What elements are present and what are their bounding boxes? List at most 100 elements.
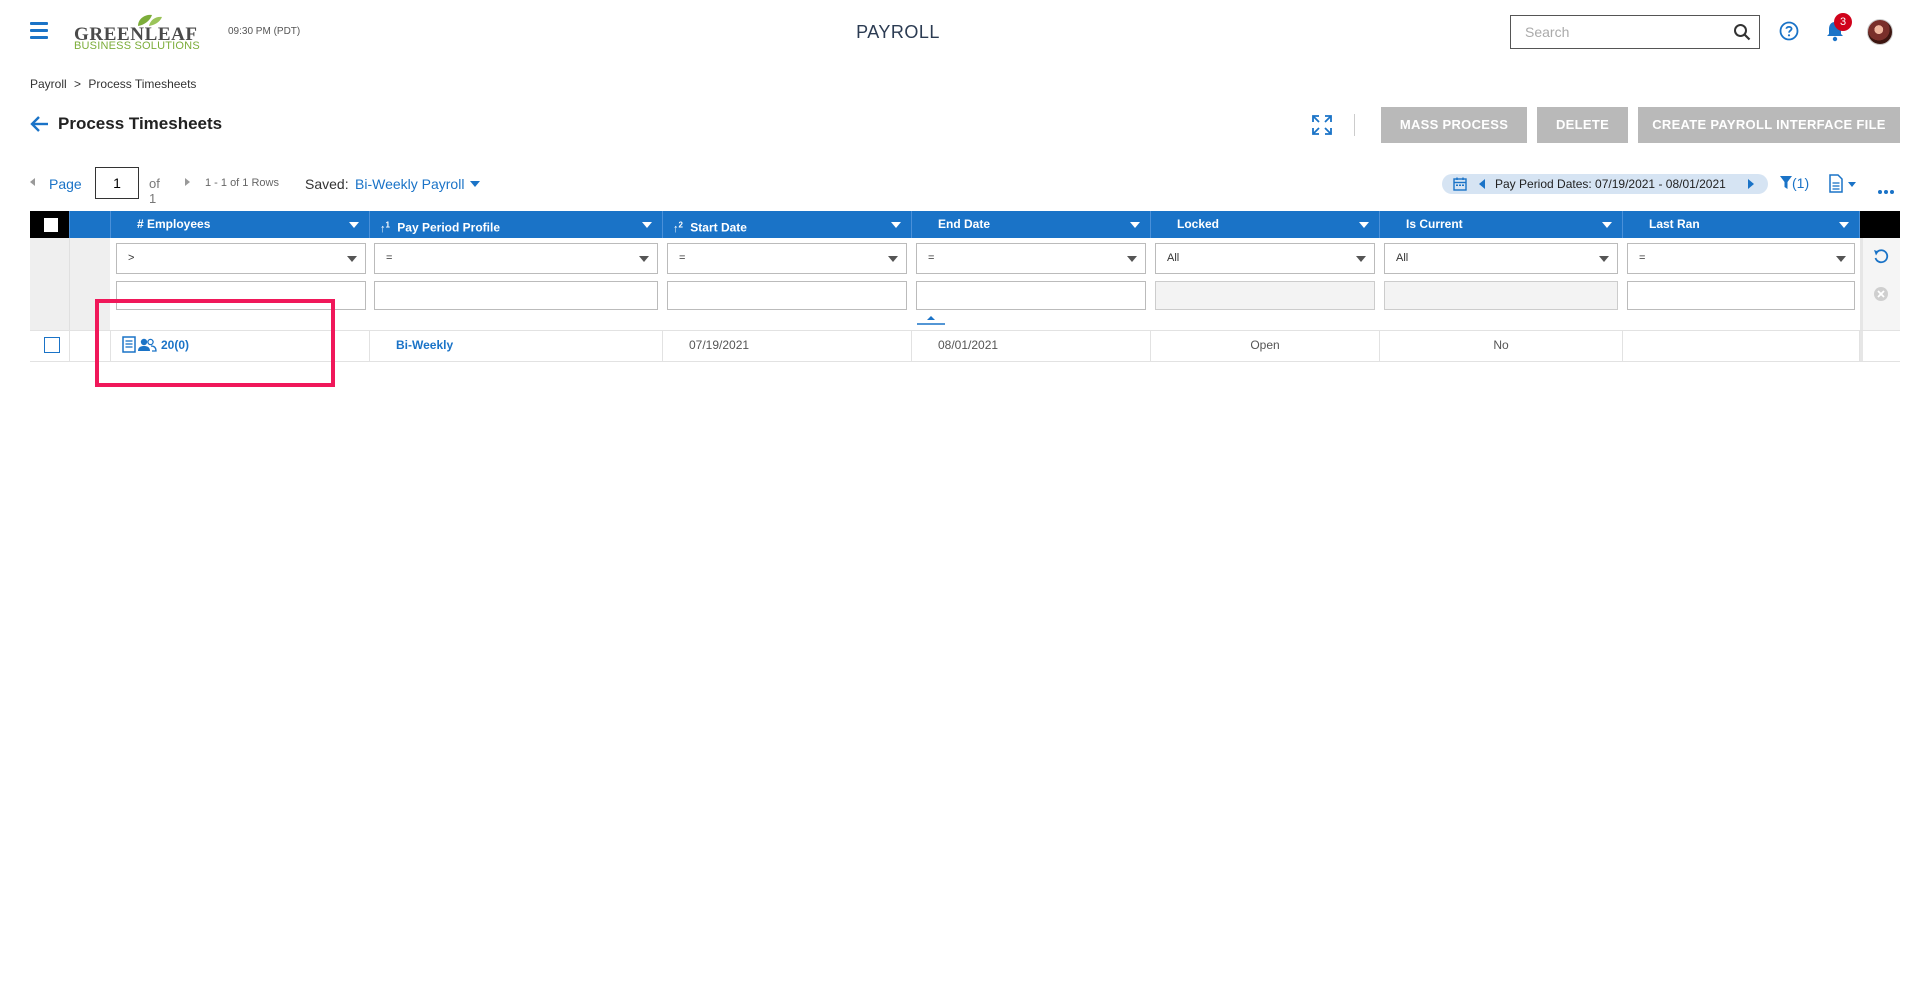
page-total-label: of 1	[149, 176, 160, 206]
column-label: Locked	[1177, 217, 1220, 231]
saved-view-dropdown[interactable]: Bi-Weekly Payroll	[355, 176, 464, 192]
create-payroll-interface-file-button[interactable]: CREATE PAYROLL INTERFACE FILE	[1638, 107, 1900, 143]
rows-count-label: 1 - 1 of 1 Rows	[205, 177, 279, 189]
app-header: GREENLEAF BUSINESS SOLUTIONS 09:30 PM (P…	[0, 0, 1920, 64]
column-label: End Date	[938, 217, 991, 231]
filter-operator-pay-period-profile[interactable]: =	[374, 243, 658, 274]
column-menu-caret-icon[interactable]	[1359, 222, 1369, 228]
delete-button[interactable]: DELETE	[1537, 107, 1628, 143]
chevron-down-icon	[1599, 256, 1609, 262]
more-options-icon[interactable]	[1878, 181, 1896, 199]
chevron-down-icon	[347, 256, 357, 262]
mass-process-button[interactable]: MASS PROCESS	[1381, 107, 1527, 143]
column-header-end-date[interactable]: End Date	[912, 211, 1151, 238]
filter-value-last-ran[interactable]	[1627, 281, 1855, 310]
employees-count-link[interactable]: 20(0)	[161, 338, 189, 352]
back-arrow-icon[interactable]	[30, 115, 50, 133]
table-row[interactable]: 20(0) Bi-Weekly 07/19/2021 08/01/2021 Op…	[30, 330, 1900, 362]
sort-order-label: 1	[385, 220, 390, 229]
filter-value-employees[interactable]	[116, 281, 366, 310]
filter-value-end-date[interactable]	[916, 281, 1146, 310]
next-period-icon[interactable]	[1748, 179, 1754, 189]
filter-value-start-date[interactable]	[667, 281, 907, 310]
filter-operator-value: All	[1167, 252, 1180, 264]
reset-filters-icon[interactable]	[1873, 249, 1889, 265]
filter-value-pay-period-profile[interactable]	[374, 281, 658, 310]
filter-operator-value: =	[386, 252, 393, 264]
avatar[interactable]	[1867, 19, 1893, 45]
chevron-down-icon	[639, 256, 649, 262]
row-action-cell	[70, 331, 136, 361]
filter-operator-last-ran[interactable]: =	[1627, 243, 1855, 274]
chevron-down-icon	[1127, 256, 1137, 262]
search-icon[interactable]	[1733, 23, 1751, 41]
column-menu-caret-icon[interactable]	[1839, 222, 1849, 228]
column-menu-caret-icon[interactable]	[1602, 222, 1612, 228]
active-filters-button[interactable]: (1)	[1780, 175, 1809, 191]
column-menu-caret-icon[interactable]	[349, 222, 359, 228]
column-label: Last Ran	[1649, 217, 1700, 231]
filter-icon	[1780, 176, 1792, 189]
column-header-employees[interactable]: # Employees	[111, 211, 370, 238]
filter-operator-end-date[interactable]: =	[916, 243, 1146, 274]
prev-period-icon[interactable]	[1479, 179, 1485, 189]
header-tools-cell	[1860, 211, 1900, 238]
row-tools-cell	[1860, 331, 1900, 361]
row-action-header	[70, 211, 111, 238]
column-label: Pay Period Profile	[397, 220, 500, 235]
filter-operator-locked[interactable]: All	[1155, 243, 1375, 274]
saved-view-label: Saved:	[305, 176, 349, 192]
sort-order-label: 2	[678, 220, 683, 229]
clear-filters-icon[interactable]	[1873, 286, 1889, 302]
filter-spacer	[70, 238, 110, 330]
chevron-down-icon	[1836, 256, 1846, 262]
cell-last-ran	[1623, 331, 1860, 361]
row-select-cell	[30, 331, 70, 361]
search-input[interactable]	[1511, 16, 1716, 48]
employees-icon	[138, 338, 157, 352]
column-header-last-ran[interactable]: Last Ran	[1623, 211, 1860, 238]
column-label: Is Current	[1406, 217, 1463, 231]
select-all-checkbox[interactable]	[44, 218, 58, 232]
pay-period-dates: Pay Period Dates: 07/19/2021 - 08/01/202…	[1495, 177, 1726, 191]
column-label: # Employees	[137, 217, 211, 231]
prev-page-icon[interactable]	[30, 178, 35, 186]
export-document-icon[interactable]	[1828, 174, 1860, 194]
chevron-down-icon[interactable]	[470, 181, 480, 187]
column-header-pay-period-profile[interactable]: ↑1 Pay Period Profile	[370, 211, 663, 238]
notification-badge: 3	[1834, 13, 1852, 31]
filter-operator-value: =	[928, 252, 935, 264]
cell-end-date: 08/01/2021	[912, 331, 1151, 361]
filter-operator-start-date[interactable]: =	[667, 243, 907, 274]
cell-locked: Open	[1151, 331, 1380, 361]
filter-count-label: (1)	[1792, 175, 1810, 191]
column-menu-caret-icon[interactable]	[891, 222, 901, 228]
cell-pay-period-profile: Bi-Weekly	[370, 331, 663, 361]
column-header-start-date[interactable]: ↑2 Start Date	[663, 211, 912, 238]
help-icon[interactable]	[1779, 21, 1799, 41]
calendar-icon[interactable]	[1453, 177, 1467, 191]
expand-icon[interactable]	[1311, 114, 1333, 136]
pay-period-profile-link[interactable]: Bi-Weekly	[396, 338, 453, 352]
filter-collapse-handle-icon[interactable]	[916, 315, 946, 327]
breadcrumb-item-payroll[interactable]: Payroll	[30, 77, 67, 91]
cell-employees[interactable]: 20(0)	[111, 331, 370, 361]
filter-operator-value: =	[679, 252, 686, 264]
filter-row: > = = = All All =	[30, 238, 1900, 330]
filter-operator-value: >	[128, 252, 135, 264]
column-label: Start Date	[690, 220, 747, 235]
page-label: Page	[49, 176, 82, 192]
filter-operator-employees[interactable]: >	[116, 243, 366, 274]
filter-value-locked	[1155, 281, 1375, 310]
row-checkbox[interactable]	[44, 337, 60, 353]
next-page-icon[interactable]	[185, 178, 190, 186]
column-header-is-current[interactable]: Is Current	[1380, 211, 1623, 238]
filter-operator-is-current[interactable]: All	[1384, 243, 1618, 274]
cell-start-date: 07/19/2021	[663, 331, 912, 361]
column-menu-caret-icon[interactable]	[1130, 222, 1140, 228]
page-number-input[interactable]	[95, 167, 139, 199]
column-header-locked[interactable]: Locked	[1151, 211, 1380, 238]
breadcrumb-item-current: Process Timesheets	[88, 77, 197, 91]
filter-tools	[1860, 238, 1900, 330]
column-menu-caret-icon[interactable]	[642, 222, 652, 228]
